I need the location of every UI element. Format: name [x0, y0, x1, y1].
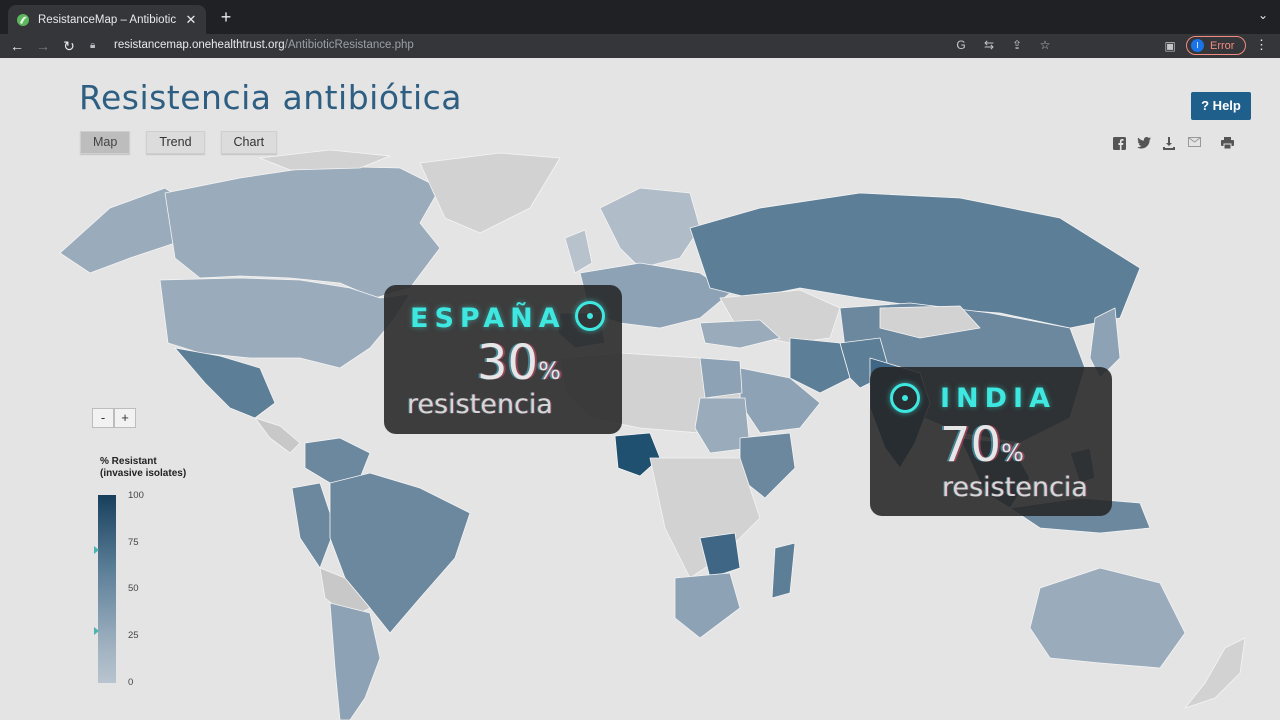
- profile-button[interactable]: I Error: [1186, 36, 1246, 55]
- legend-tick-25: 25: [128, 630, 139, 641]
- target-ring-icon: [575, 301, 605, 331]
- india-resistance-label: resistencia: [942, 472, 1088, 503]
- india-callout: INDIA 70% resistencia: [870, 367, 1112, 516]
- india-percent-value: 70: [940, 417, 1002, 473]
- legend-tick-50: 50: [128, 583, 139, 594]
- address-bar[interactable]: 🔒︎ resistancemap.onehealthtrust.org/Anti…: [90, 34, 1170, 56]
- side-panel-icon[interactable]: ▣: [1161, 37, 1179, 55]
- url-host: resistancemap.onehealthtrust.org: [114, 39, 285, 51]
- print-icon[interactable]: [1220, 137, 1234, 151]
- spain-percent-value: 30: [477, 335, 539, 391]
- tab-chart[interactable]: Chart: [220, 131, 278, 154]
- facebook-icon[interactable]: [1112, 137, 1126, 151]
- spain-country-label: ESPAÑA: [410, 303, 566, 334]
- translate-icon[interactable]: ⇆: [980, 36, 998, 54]
- tab-close-icon[interactable]: ✕: [184, 12, 198, 28]
- legend-tick-75: 75: [128, 537, 139, 548]
- spain-resistance-label: resistencia: [407, 389, 553, 420]
- url-path: /AntibioticResistance.php: [284, 39, 414, 51]
- new-tab-button[interactable]: +: [216, 7, 236, 27]
- back-button[interactable]: ←: [4, 35, 30, 57]
- legend-color-scale: [98, 495, 116, 683]
- tab-map[interactable]: Map: [80, 131, 131, 154]
- reload-button[interactable]: ↻: [56, 35, 82, 57]
- legend-tick-100: 100: [128, 490, 144, 501]
- india-percent: 70%: [940, 417, 1024, 473]
- target-ring-icon: [890, 383, 920, 413]
- browser-tab[interactable]: ResistanceMap – Antibiotic Re ✕: [8, 5, 206, 34]
- legend-title: % Resistant (invasive isolates): [100, 456, 186, 480]
- page-content: Resistencia antibiótica ? Help Map Trend…: [0, 58, 1280, 720]
- spain-percent-sign: %: [538, 357, 561, 385]
- zoom-in-button[interactable]: +: [114, 408, 136, 428]
- tab-title: ResistanceMap – Antibiotic Re: [38, 13, 178, 26]
- india-percent-sign: %: [1001, 439, 1024, 467]
- india-country-label: INDIA: [940, 383, 1056, 414]
- browser-toolbar: ← → ↻ 🔒︎ resistancemap.onehealthtrust.or…: [0, 34, 1280, 58]
- page-title: Resistencia antibiótica: [79, 78, 463, 117]
- legend-tick-0: 0: [128, 677, 134, 688]
- twitter-icon[interactable]: [1137, 137, 1151, 151]
- profile-status-label: Error: [1210, 39, 1235, 52]
- share-icon[interactable]: ⇪: [1008, 36, 1026, 54]
- resistancemap-favicon-icon: [17, 13, 29, 26]
- browser-menu-icon[interactable]: ⋮: [1255, 37, 1268, 53]
- browser-tabstrip: ResistanceMap – Antibiotic Re ✕ + ⌄: [0, 0, 1280, 34]
- spain-callout: ESPAÑA 30% resistencia: [384, 285, 622, 434]
- view-tabs: Map Trend Chart: [80, 131, 278, 154]
- legend-marker-lower: [94, 627, 99, 635]
- download-icon[interactable]: [1162, 137, 1176, 151]
- share-toolbar: [1112, 137, 1234, 151]
- legend-title-line1: % Resistant: [100, 456, 157, 467]
- zoom-controls: - +: [92, 408, 136, 428]
- help-button[interactable]: ? Help: [1191, 92, 1251, 120]
- zoom-out-button[interactable]: -: [92, 408, 114, 428]
- email-icon[interactable]: [1187, 137, 1201, 151]
- tab-search-icon[interactable]: ⌄: [1258, 8, 1268, 22]
- map-egypt: [699, 357, 743, 399]
- forward-button[interactable]: →: [30, 35, 56, 57]
- legend-title-line2: (invasive isolates): [100, 468, 187, 479]
- spain-percent: 30%: [477, 335, 561, 391]
- profile-avatar: I: [1191, 39, 1204, 52]
- lock-icon: 🔒︎: [90, 39, 96, 51]
- tab-trend[interactable]: Trend: [146, 131, 205, 154]
- legend-marker-upper: [94, 546, 99, 554]
- omnibox-actions: G ⇆ ⇪ ☆: [952, 36, 1054, 54]
- bookmark-star-icon[interactable]: ☆: [1036, 36, 1054, 54]
- google-icon[interactable]: G: [952, 36, 970, 54]
